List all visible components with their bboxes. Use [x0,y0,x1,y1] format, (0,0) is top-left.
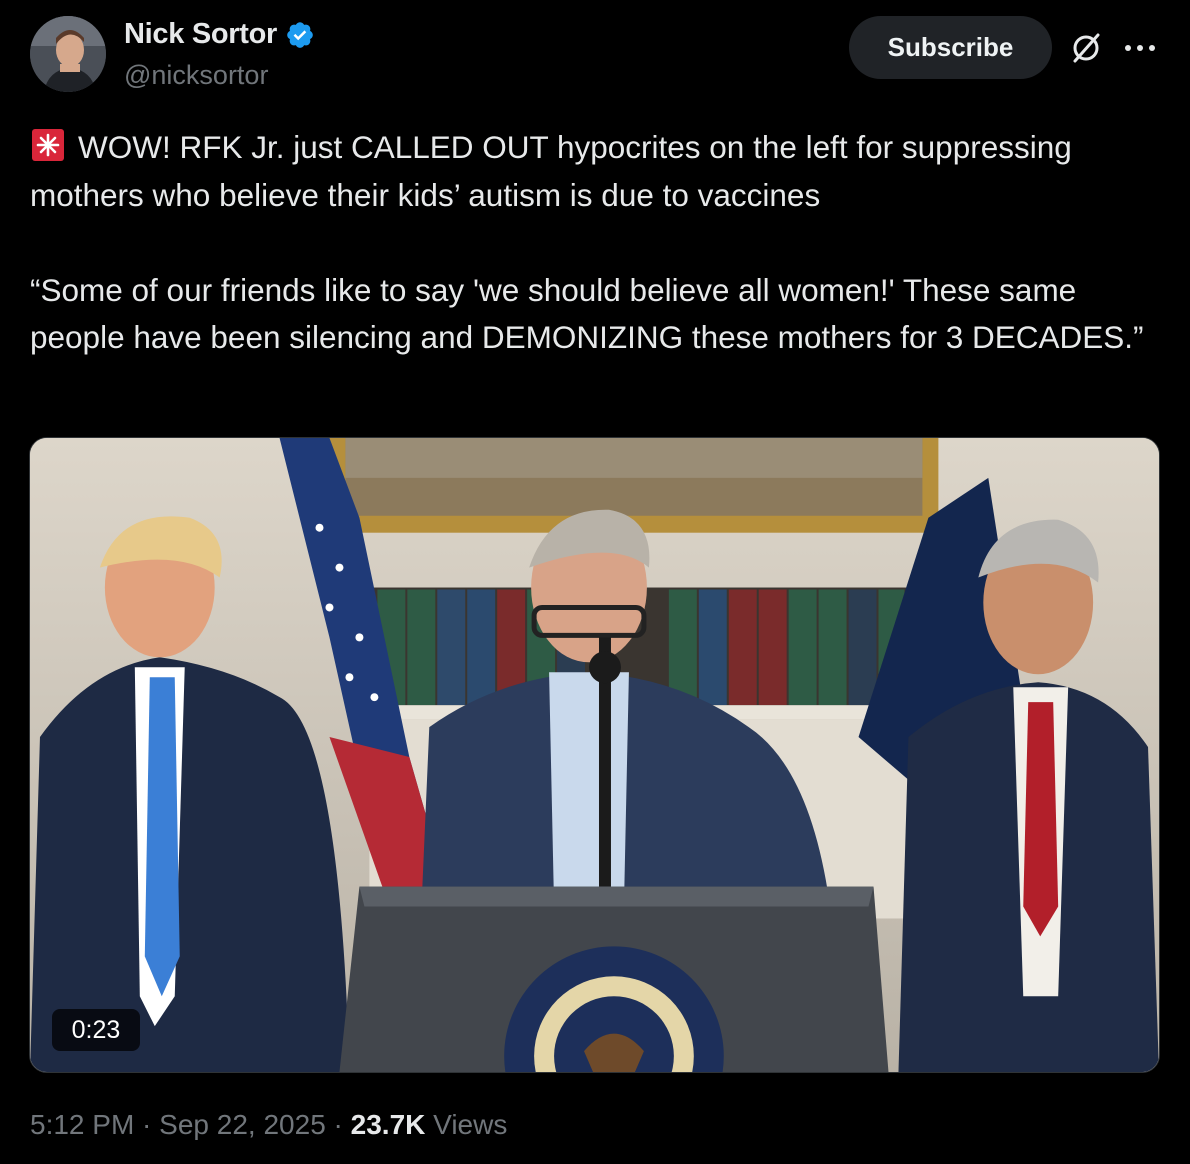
siren-emoji-icon [32,129,64,161]
tweet-time[interactable]: 5:12 PM [30,1109,134,1141]
tweet-text: WOW! RFK Jr. just CALLED OUT hypocrites … [30,129,1144,355]
video-thumbnail [30,438,1159,1072]
tweet-meta: 5:12 PM · Sep 22, 2025 · 23.7K Views [30,1109,507,1141]
subscribe-button[interactable]: Subscribe [849,16,1052,79]
more-horizontal-icon[interactable] [1120,30,1160,66]
tweet-text-block: WOW! RFK Jr. just CALLED OUT hypocrites … [30,124,1170,362]
video-duration: 0:23 [52,1009,140,1051]
tweet-date[interactable]: Sep 22, 2025 [159,1109,326,1141]
views-count[interactable]: 23.7K [351,1109,426,1141]
views-label[interactable]: Views [425,1109,507,1141]
meta-separator: · [134,1109,160,1140]
tweet-header: Nick Sortor @nicksortor Subscribe [0,0,1190,110]
avatar[interactable] [30,16,106,92]
handle[interactable]: @nicksortor [124,60,268,91]
grok-icon[interactable] [1068,30,1104,66]
verified-badge-icon [287,21,313,48]
meta-separator: · [325,1109,351,1140]
video-player[interactable]: 0:23 [29,437,1160,1073]
display-name[interactable]: Nick Sortor [124,18,277,51]
